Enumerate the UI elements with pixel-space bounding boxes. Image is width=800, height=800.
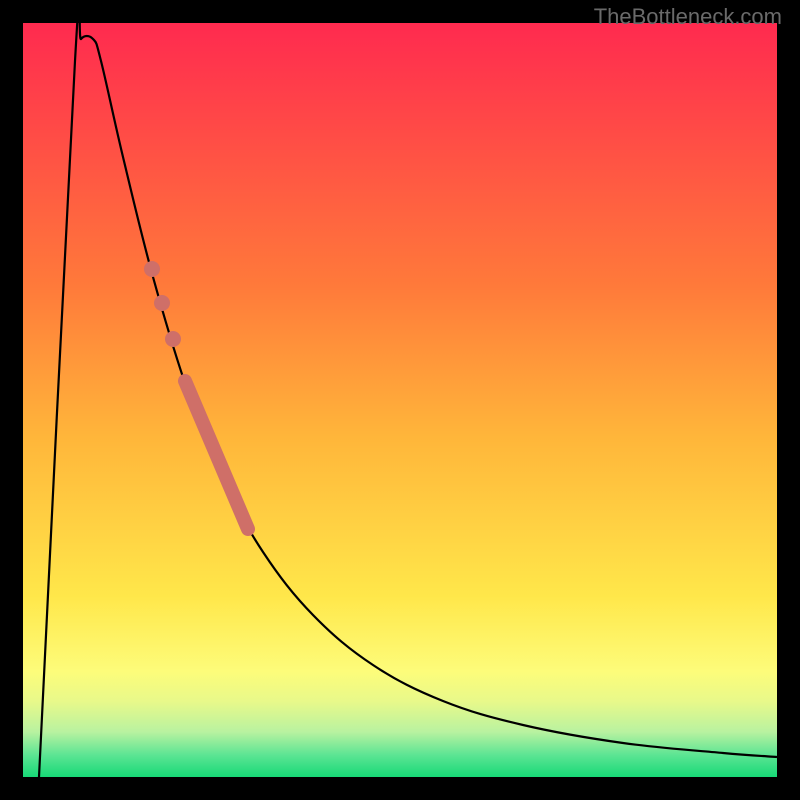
main-curve: [39, 23, 777, 777]
highlight-dot: [165, 331, 181, 347]
curve-overlay: [23, 23, 777, 777]
highlight-segment: [185, 381, 248, 529]
watermark-text: TheBottleneck.com: [594, 4, 782, 30]
highlight-dots: [144, 261, 181, 347]
highlight-dot: [144, 261, 160, 277]
plot-area: [23, 23, 777, 777]
highlight-dot: [154, 295, 170, 311]
